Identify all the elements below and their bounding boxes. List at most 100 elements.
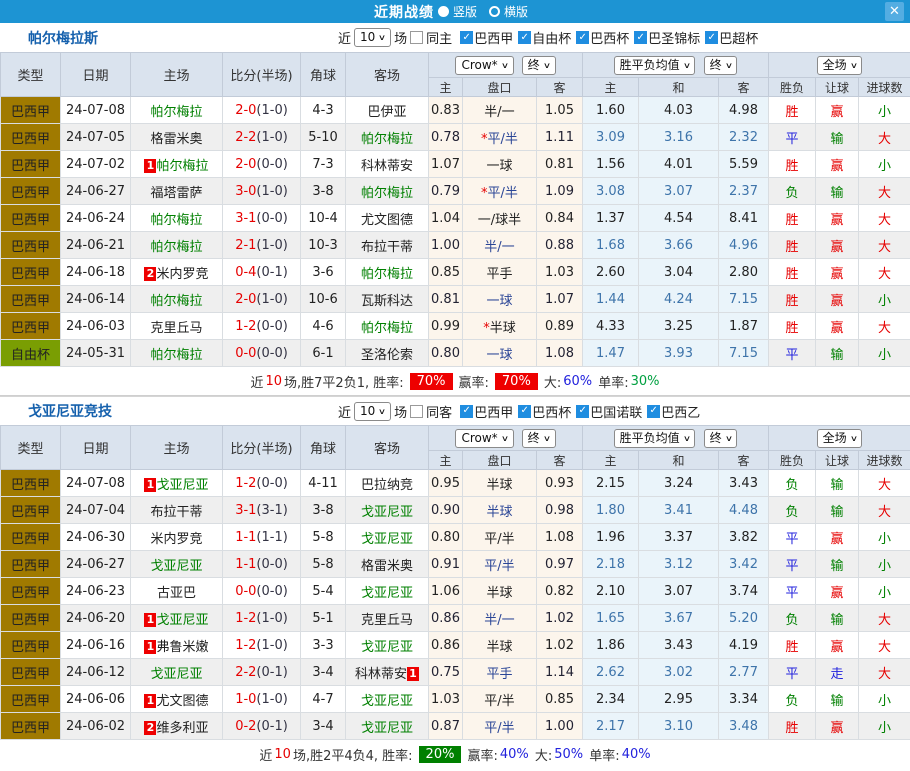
league-type-cell: 巴西甲 [1,97,61,124]
away-team-name: 格雷米奥 [361,559,413,574]
horizontal-layout-label[interactable]: 横版 [504,3,528,20]
same-venue-checkbox[interactable] [410,405,423,418]
league-checkbox[interactable]: ✓ [518,31,531,44]
odds-company-select[interactable]: Crow*∨ [455,56,513,75]
mean-away-cell: 4.19 [719,632,769,659]
away-team-cell: 科林蒂安 [346,151,429,178]
mean-draw-cell: 3.37 [639,524,719,551]
games-label: 场 [394,28,407,47]
near-label: 近 [338,402,351,421]
goals-result-cell: 大 [859,659,910,686]
goals-result-cell: 大 [859,313,910,340]
mean-home-cell: 1.60 [583,97,639,124]
league-checkbox[interactable]: ✓ [576,31,589,44]
handicap-line-cell: 平/半 [463,551,537,578]
league-type-cell: 巴西甲 [1,470,61,497]
league-label[interactable]: 巴西甲 [474,402,513,421]
chevron-down-icon: ∨ [682,58,690,73]
odds-company-select[interactable]: Crow*∨ [455,429,513,448]
league-filters: ✓巴西甲✓自由杯✓巴西杯✓巴圣锦标✓巴超杯 [455,28,758,47]
league-label[interactable]: 巴西甲 [474,28,513,47]
home-team-name: 米内罗竞 [150,532,202,547]
col-date: 日期 [61,53,131,97]
odds-home-cell: 0.79 [429,178,463,205]
league-checkbox[interactable]: ✓ [705,31,718,44]
league-filters: ✓巴西甲✓巴西杯✓巴国诺联✓巴西乙 [455,402,700,421]
chevron-down-icon: ∨ [501,58,509,73]
mean-time-select[interactable]: 终∨ [704,429,738,448]
league-label[interactable]: 巴超杯 [719,28,758,47]
match-row: 自由杯24-05-31帕尔梅拉0-0(0-0)6-1圣洛伦索0.80一球1.08… [1,340,910,367]
same-venue-checkbox[interactable] [410,31,423,44]
col-mean-home: 主 [583,451,639,470]
matches-tbody: 巴西甲24-07-08帕尔梅拉2-0(1-0)4-3巴伊亚0.83半/一1.05… [1,97,910,367]
mean-type-select[interactable]: 胜平负均值∨ [614,429,696,448]
league-label[interactable]: 巴西杯 [532,402,571,421]
score-cell: 1-2(0-0) [223,470,301,497]
odds-away-cell: 0.97 [537,551,583,578]
corner-cell: 3-6 [301,259,346,286]
league-checkbox[interactable]: ✓ [647,405,660,418]
league-label[interactable]: 巴圣锦标 [648,28,700,47]
close-button[interactable]: ✕ [885,2,904,21]
fulltime-score: 0-0 [235,346,256,361]
vertical-layout-label[interactable]: 竖版 [453,3,477,20]
scope-select[interactable]: 全场∨ [817,429,863,448]
col-score: 比分(半场) [223,53,301,97]
summary-segment: 50% [554,747,583,762]
mean-home-cell: 1.80 [583,497,639,524]
home-team-cell: 2米内罗竞 [131,259,223,286]
league-checkbox[interactable]: ✓ [576,405,589,418]
goals-result-cell: 大 [859,497,910,524]
handicap-line-cell: 平/半 [463,713,537,740]
summary-bar: 近10场,胜7平2负1, 胜率:70%赢率:70%大:60% 单率:30% [0,367,910,396]
home-team-name: 帕尔梅拉 [150,348,202,363]
goals-result-cell: 大 [859,205,910,232]
handicap-line: 平/半 [484,532,514,547]
league-checkbox[interactable]: ✓ [518,405,531,418]
league-type-cell: 巴西甲 [1,205,61,232]
handicap-line: 平/半 [484,694,514,709]
odds-away-cell: 1.14 [537,659,583,686]
scope-select[interactable]: 全场∨ [817,56,863,75]
handicap-line-cell: 半/一 [463,97,537,124]
league-checkbox[interactable]: ✓ [460,405,473,418]
league-label[interactable]: 巴西乙 [661,402,700,421]
col-odds-away: 客 [537,451,583,470]
team-section: 帕尔梅拉斯 近 10∨ 场 同主 ✓巴西甲✓自由杯✓巴西杯✓巴圣锦标✓巴超杯 类… [0,23,910,396]
col-home: 主场 [131,426,223,470]
away-team-cell: 瓦斯科达 [346,286,429,313]
col-result: 胜负 [769,78,816,97]
handicap-line: 平/半 [488,132,518,147]
league-checkbox[interactable]: ✓ [460,31,473,44]
mean-away-cell: 1.87 [719,313,769,340]
odds-time-select[interactable]: 终∨ [522,56,556,75]
matches-table: 类型 日期 主场 比分(半场) 角球 客场 Crow*∨ 终∨ 胜平负均值∨ 终… [0,52,910,367]
match-date: 24-06-20 [61,605,131,632]
league-label[interactable]: 巴西杯 [590,28,629,47]
score-cell: 1-2(1-0) [223,605,301,632]
match-date: 24-06-03 [61,313,131,340]
league-checkbox[interactable]: ✓ [634,31,647,44]
col-odds-line: 盘口 [463,78,537,97]
vertical-layout-radio[interactable] [438,6,449,17]
odds-time-select[interactable]: 终∨ [522,429,556,448]
mean-time-select[interactable]: 终∨ [704,56,738,75]
games-count-select[interactable]: 10∨ [354,28,391,47]
handicap-line: 半球 [486,640,512,655]
league-label[interactable]: 巴国诺联 [590,402,642,421]
col-goals: 进球数 [859,451,910,470]
horizontal-layout-radio[interactable] [489,6,500,17]
result-cell: 负 [769,605,816,632]
goals-result-cell: 大 [859,232,910,259]
col-away: 客场 [346,426,429,470]
handicap-line-cell: 半球 [463,470,537,497]
games-count-select[interactable]: 10∨ [354,402,391,421]
handicap-result-cell: 赢 [816,713,859,740]
mean-type-select[interactable]: 胜平负均值∨ [614,56,696,75]
fulltime-score: 1-2 [235,638,256,653]
matches-tbody: 巴西甲24-07-081戈亚尼亚1-2(0-0)4-11巴拉纳竞0.95半球0.… [1,470,910,740]
chevron-down-icon: ∨ [501,431,509,446]
league-label[interactable]: 自由杯 [532,28,571,47]
league-type-cell: 巴西甲 [1,659,61,686]
